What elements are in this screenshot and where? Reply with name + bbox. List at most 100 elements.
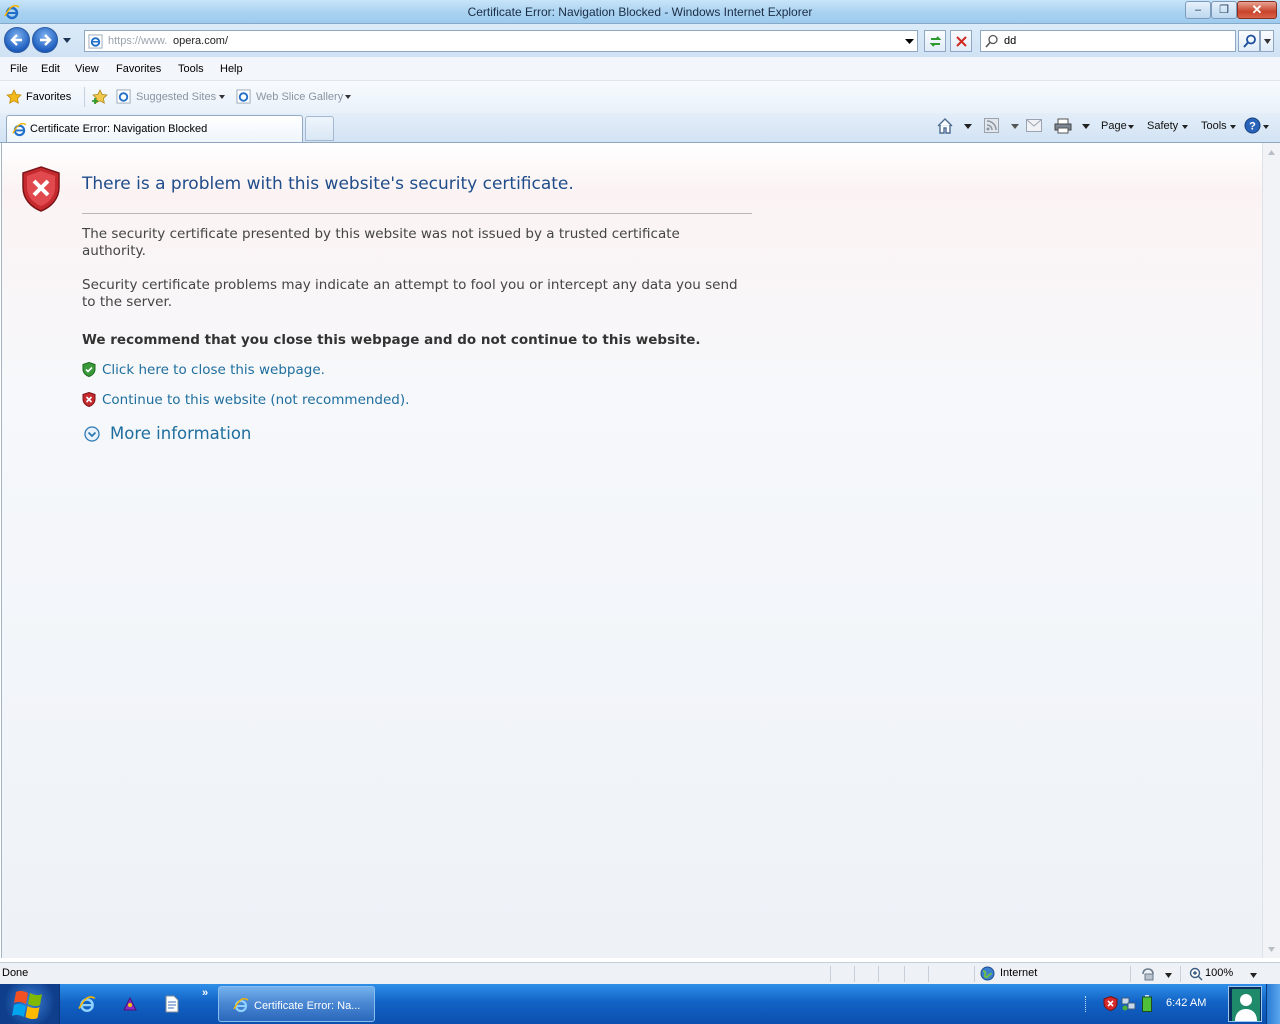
expand-circle-icon[interactable] xyxy=(84,426,100,442)
ie-cert-error-icon xyxy=(12,122,27,137)
url-protocol: https://www. xyxy=(108,35,168,47)
page-menu[interactable]: Page xyxy=(1101,120,1127,132)
star-icon xyxy=(6,89,22,104)
vertical-scrollbar[interactable] xyxy=(1262,143,1280,958)
feeds-icon[interactable] xyxy=(984,118,999,133)
address-dropdown-icon[interactable] xyxy=(905,38,914,45)
chevron-down-icon xyxy=(1264,39,1271,44)
feeds-dropdown-icon[interactable] xyxy=(1011,123,1019,129)
recent-pages-dropdown-icon[interactable] xyxy=(62,36,72,44)
quicklaunch-overflow-icon[interactable]: » xyxy=(202,987,208,999)
security-alert-icon[interactable] xyxy=(1103,996,1118,1011)
status-bar: Done Internet 100% xyxy=(0,962,1280,984)
search-go-button[interactable] xyxy=(1238,30,1260,52)
divider xyxy=(904,966,905,982)
internet-globe-icon xyxy=(980,966,995,981)
divider xyxy=(82,213,752,214)
divider xyxy=(84,87,85,107)
address-bar[interactable]: https://www. opera.com/ xyxy=(84,30,918,52)
page-content xyxy=(1,143,1262,958)
tab-certificate-error[interactable]: Certificate Error: Navigation Blocked xyxy=(6,115,303,142)
window-title: Certificate Error: Navigation Blocked - … xyxy=(467,5,813,19)
safety-menu[interactable]: Safety xyxy=(1147,120,1178,132)
quicklaunch-app-icon[interactable] xyxy=(121,995,139,1013)
taskbar-clock[interactable]: 6:42 AM xyxy=(1166,997,1206,1009)
battery-icon[interactable] xyxy=(1142,995,1152,1012)
search-icon xyxy=(985,34,998,48)
svg-text:?: ? xyxy=(1249,121,1256,133)
taskbar-item-label: Certificate Error: Na... xyxy=(254,1000,361,1012)
menu-favorites[interactable]: Favorites xyxy=(116,63,161,75)
forward-button[interactable] xyxy=(32,27,58,53)
divider xyxy=(878,966,879,982)
page-ie-icon xyxy=(88,34,103,49)
chevron-down-icon xyxy=(1182,125,1188,129)
help-icon[interactable]: ? xyxy=(1244,117,1261,134)
zoom-dropdown-icon[interactable] xyxy=(1250,973,1257,978)
zoom-level[interactable]: 100% xyxy=(1205,967,1233,979)
menu-tools[interactable]: Tools xyxy=(178,63,204,75)
chevron-down-icon[interactable] xyxy=(1165,973,1172,978)
maximize-button[interactable]: ❐ xyxy=(1211,1,1237,19)
tray-grip xyxy=(1085,996,1087,1012)
add-to-favorites-bar-icon[interactable] xyxy=(91,89,109,105)
quicklaunch-ie-icon[interactable] xyxy=(78,995,96,1013)
menu-bar: File Edit View Favorites Tools Help xyxy=(0,57,1280,81)
back-button[interactable] xyxy=(4,27,30,53)
tab-row: Certificate Error: Navigation Blocked Pa… xyxy=(0,113,1280,143)
taskbar-item-ie[interactable]: Certificate Error: Na... xyxy=(218,986,375,1022)
menu-file[interactable]: File xyxy=(10,63,28,75)
more-information-link[interactable]: More information xyxy=(110,424,251,443)
show-desktop-button[interactable] xyxy=(1266,984,1280,1024)
compatibility-view-button[interactable] xyxy=(924,30,946,52)
windows-logo-icon xyxy=(12,990,42,1019)
menu-edit[interactable]: Edit xyxy=(41,63,60,75)
tab-label: Certificate Error: Navigation Blocked xyxy=(30,123,208,135)
search-options-dropdown[interactable] xyxy=(1260,30,1274,52)
new-tab-button[interactable] xyxy=(305,116,334,141)
minimize-button[interactable]: – xyxy=(1185,1,1211,19)
print-icon[interactable] xyxy=(1054,118,1072,134)
security-zone: Internet xyxy=(1000,967,1038,979)
help-dropdown-icon[interactable] xyxy=(1263,125,1269,129)
chevron-down-icon xyxy=(1128,125,1134,129)
tools-menu[interactable]: Tools xyxy=(1201,120,1227,132)
read-mail-icon[interactable] xyxy=(1026,119,1042,132)
back-arrow-icon xyxy=(10,34,22,46)
refresh-arrows-icon xyxy=(929,36,942,47)
recommendation-text: We recommend that you close this webpage… xyxy=(82,332,701,348)
windows-taskbar: » Certificate Error: Na... 6:42 AM xyxy=(0,984,1280,1024)
page-heading: There is a problem with this website's s… xyxy=(82,174,574,194)
zoom-icon[interactable] xyxy=(1189,967,1203,981)
menu-view[interactable]: View xyxy=(75,63,99,75)
divider xyxy=(974,966,975,982)
menu-help[interactable]: Help xyxy=(220,63,243,75)
green-shield-icon xyxy=(82,362,96,377)
ie-task-icon xyxy=(233,997,249,1013)
quicklaunch-document-icon[interactable] xyxy=(164,995,180,1013)
title-bar: Certificate Error: Navigation Blocked - … xyxy=(0,0,1280,24)
cert-issue-text: The security certificate presented by th… xyxy=(82,226,680,259)
scroll-up-icon[interactable] xyxy=(1268,150,1275,155)
search-box[interactable]: dd xyxy=(980,30,1236,52)
red-shield-icon xyxy=(82,392,96,407)
close-webpage-link[interactable]: Click here to close this webpage. xyxy=(102,362,325,378)
scroll-down-icon[interactable] xyxy=(1268,947,1275,952)
chevron-down-icon xyxy=(219,95,225,99)
stop-x-icon xyxy=(956,36,967,47)
chevron-down-icon xyxy=(1230,125,1236,129)
stop-button[interactable] xyxy=(950,30,972,52)
magnifier-icon xyxy=(1243,34,1256,48)
user-avatar[interactable] xyxy=(1228,986,1262,1022)
home-icon[interactable] xyxy=(936,117,954,135)
network-icon[interactable] xyxy=(1121,996,1136,1011)
home-dropdown-icon[interactable] xyxy=(964,123,972,129)
divider xyxy=(1180,966,1181,982)
close-window-button[interactable]: ✕ xyxy=(1237,1,1277,19)
print-dropdown-icon[interactable] xyxy=(1082,123,1090,129)
search-value: dd xyxy=(1004,35,1017,47)
protected-mode-icon[interactable] xyxy=(1141,967,1157,981)
start-button[interactable] xyxy=(0,984,60,1024)
url-domain: opera.com/ xyxy=(173,35,229,47)
continue-to-website-link[interactable]: Continue to this website (not recommende… xyxy=(102,392,409,408)
